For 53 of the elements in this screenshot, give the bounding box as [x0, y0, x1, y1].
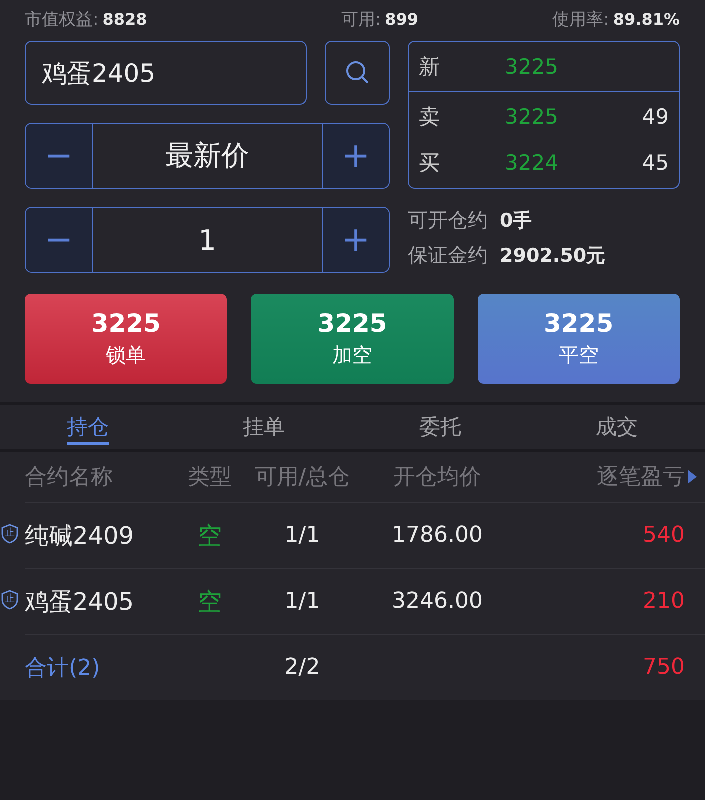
scroll-right-icon[interactable] [688, 470, 697, 484]
search-icon [344, 60, 370, 86]
quote-volume: 49 [642, 105, 669, 129]
plus-button[interactable]: + [323, 124, 389, 188]
table-cell-text: 210 [642, 589, 685, 614]
tab[interactable]: 挂单 [176, 405, 352, 449]
stat-value: 89.81% [613, 10, 680, 29]
column-header: 逐笔盈亏 [596, 464, 685, 492]
column-header: 类型 [187, 464, 233, 492]
table-cell-text: 1/1 [284, 589, 322, 614]
column-header: 合约名称 [25, 464, 114, 492]
stat-label: 市值权益: [25, 9, 99, 31]
quote-label: 买 [419, 150, 441, 177]
column-header: 开仓均价 [392, 464, 482, 492]
info-value: 0手 [500, 208, 532, 234]
plus-button[interactable]: + [323, 208, 389, 272]
quote-price: 3225 [505, 105, 558, 129]
stop-loss-icon: 止 [1, 590, 19, 610]
table-cell-text: 540 [642, 523, 685, 548]
tab[interactable]: 委托 [352, 405, 529, 449]
table-cell-text: 1786.00 [391, 523, 484, 548]
stat-label: 使用率: [552, 9, 610, 31]
minus-button[interactable]: − [26, 124, 92, 188]
table-cell-text: 空 [197, 586, 223, 618]
quote-price: 3224 [505, 151, 558, 175]
tab[interactable]: 成交 [528, 405, 705, 449]
quote-label: 卖 [419, 104, 441, 131]
info-value: 2902.50元 [500, 244, 606, 268]
table-cell-text: 鸡蛋2405 [25, 586, 136, 618]
table-cell-text: 3246.00 [391, 589, 484, 614]
info-label: 保证金约 [408, 242, 488, 269]
order-button[interactable]: 3225 平空 [478, 294, 680, 384]
table-cell-text: 纯碱2409 [25, 520, 136, 552]
table-cell-text: 空 [197, 520, 223, 552]
table-cell-text: 750 [642, 655, 685, 680]
info-label: 可开仓约 [408, 207, 488, 234]
search-button[interactable] [325, 41, 390, 105]
total-label: 合计(2) [25, 654, 102, 682]
table-cell-text: 1/1 [284, 523, 322, 548]
stat-value: 8828 [102, 10, 148, 29]
quote-price: 3225 [505, 54, 558, 78]
order-button[interactable]: 3225 加空 [251, 294, 454, 384]
order-button[interactable]: 3225 锁单 [25, 294, 228, 384]
quote-volume: 45 [642, 151, 669, 175]
minus-button[interactable]: − [26, 208, 92, 272]
tab[interactable]: 持仓 [0, 405, 176, 449]
stop-loss-icon: 止 [1, 524, 19, 544]
table-cell-text: 2/2 [284, 655, 322, 680]
stat-value: 899 [385, 10, 419, 29]
column-header: 可用/总仓 [254, 464, 352, 492]
contract-field[interactable]: 鸡蛋2405 [25, 41, 307, 105]
stat-label: 可用: [341, 9, 382, 31]
quote-label: 新 [419, 54, 441, 80]
